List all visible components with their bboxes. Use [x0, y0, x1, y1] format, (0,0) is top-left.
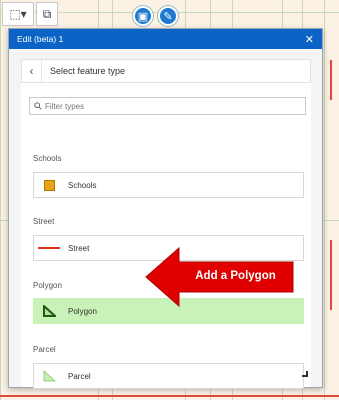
filter-field[interactable]	[29, 97, 306, 115]
feature-item-label: Schools	[68, 180, 97, 190]
group-label-schools: Schools	[33, 154, 62, 163]
feature-item-label: Street	[68, 243, 90, 253]
map-toolbar: ⬚▾ ⧉	[0, 0, 58, 28]
back-button[interactable]: ‹	[22, 60, 42, 82]
feature-item-label: Polygon	[68, 306, 97, 316]
line-icon	[34, 247, 64, 249]
annotation-text: Add a Polygon	[195, 270, 276, 282]
polygon-icon	[34, 305, 64, 317]
close-icon[interactable]: ✕	[305, 33, 314, 46]
dialog-title: Edit (beta) 1	[17, 34, 64, 44]
feature-item-parcel[interactable]: Parcel	[33, 363, 304, 389]
edit-dialog: Edit (beta) 1 ✕ ‹ Select feature type Sc…	[8, 28, 323, 389]
feature-item-schools[interactable]: Schools	[33, 172, 304, 198]
chevron-left-icon: ‹	[29, 64, 34, 78]
nav-row: ‹ Select feature type	[21, 59, 311, 83]
square-icon	[34, 179, 64, 191]
edit-widget-icon[interactable]: ▣	[133, 6, 153, 26]
feature-item-label: Parcel	[68, 371, 91, 381]
feature-type-panel: Schools Schools Street Street Polygon	[21, 83, 311, 389]
lasso-select-icon[interactable]: ⬚▾	[2, 2, 34, 26]
nav-title: Select feature type	[50, 66, 126, 76]
edit-feature-icon[interactable]: ✎	[158, 6, 178, 26]
group-label-parcel: Parcel	[33, 345, 56, 354]
edit-geometry-icon[interactable]: ⧉	[36, 2, 58, 26]
search-icon	[34, 102, 42, 110]
resize-handle[interactable]	[302, 371, 308, 377]
filter-input[interactable]	[45, 101, 295, 111]
group-label-polygon: Polygon	[33, 281, 62, 290]
parcel-polygon-icon	[34, 370, 64, 382]
group-label-street: Street	[33, 217, 55, 226]
dialog-header: Edit (beta) 1 ✕	[9, 29, 322, 49]
dialog-body: ‹ Select feature type Schools Schools	[9, 49, 322, 389]
